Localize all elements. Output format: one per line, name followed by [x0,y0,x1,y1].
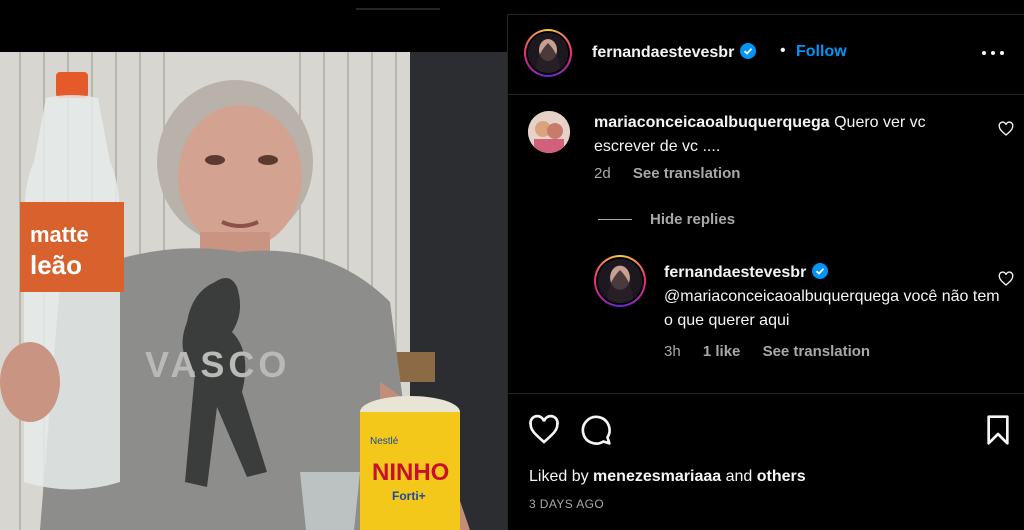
reply-like-heart-icon[interactable] [998,271,1014,287]
reply-meta: 3h 1 like See translation [664,343,888,360]
reply-body: fernandaestevesbr @mariaconceicaoalbuque… [664,261,1004,333]
comment-see-translation[interactable]: See translation [633,165,741,182]
shirt-text: VASCO [145,344,290,385]
author-username[interactable]: fernandaestevesbr [592,43,757,62]
comment-age: 2d [594,165,611,182]
can-brand: NINHO [372,459,449,486]
hide-replies-button[interactable]: Hide replies [598,211,735,228]
reply: fernandaestevesbr @mariaconceicaoalbuque… [594,255,1000,360]
hide-replies-line [598,219,632,220]
liked-prefix: Liked by [529,468,589,485]
more-options-icon[interactable] [982,49,1006,57]
comment-body: mariaconceicaoalbuquerquega Quero ver vc… [594,111,974,159]
reply-see-translation[interactable]: See translation [763,343,871,360]
liked-others[interactable]: others [757,468,806,485]
post-header: fernandaestevesbr • Follow [508,15,1024,95]
post-timestamp[interactable]: 3 DAYS AGO [529,497,604,511]
replier-avatar[interactable] [594,255,646,307]
liked-user[interactable]: menezesmariaaa [593,468,721,485]
post-photo: VASCO matte leão NINHO Forti+ Nestlé [0,52,507,530]
liked-and: and [725,468,753,485]
bottle-brand-top: matte [30,222,89,247]
verified-badge-icon [740,43,757,59]
post-actions: Liked by menezesmariaaa and others 3 DAY… [508,393,1024,530]
post-side-panel: fernandaestevesbr • Follow mariaconceica… [507,14,1024,530]
like-heart-icon[interactable] [528,414,560,446]
comment-meta: 2d See translation [594,165,758,182]
header-separator: • [780,42,786,59]
comment-bubble-icon[interactable] [580,414,612,446]
bottle-brand-bottom: leão [30,250,82,280]
replier-username[interactable]: fernandaestevesbr [664,264,806,281]
reply-age: 3h [664,343,681,360]
commenter-avatar[interactable] [528,111,570,153]
save-bookmark-icon[interactable] [982,414,1014,446]
reply-text: @mariaconceicaoalbuquerquega você não te… [664,288,1000,329]
hide-replies-label[interactable]: Hide replies [650,211,735,228]
commenter-username[interactable]: mariaconceicaoalbuquerquega [594,114,830,131]
comment-like-heart-icon[interactable] [998,121,1014,137]
reply-likes[interactable]: 1 like [703,343,741,360]
can-sub: Forti+ [392,489,426,503]
author-avatar[interactable] [524,29,572,77]
reply-verified-badge-icon [812,263,829,279]
can-maker: Nestlé [370,436,399,447]
author-username-text[interactable]: fernandaestevesbr [592,44,734,61]
top-divider [356,8,440,10]
liked-by: Liked by menezesmariaaa and others [529,468,806,486]
follow-button[interactable]: Follow [796,43,847,61]
